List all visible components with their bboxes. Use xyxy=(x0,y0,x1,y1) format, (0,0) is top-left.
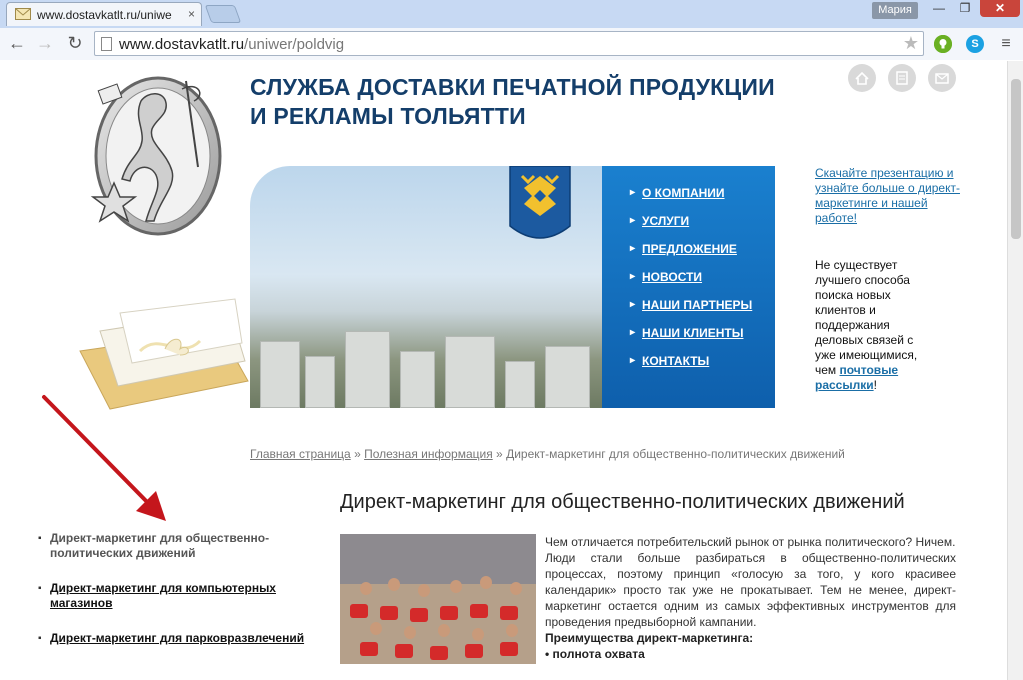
photo-backdrop xyxy=(340,534,536,584)
photo-seat xyxy=(395,644,413,658)
photo-figure xyxy=(480,576,492,589)
building-shape xyxy=(445,336,495,408)
breadcrumb: Главная страница » Полезная информация »… xyxy=(250,447,845,461)
side-menu-item-computer-stores[interactable]: Директ-маркетинг для компьютерных магази… xyxy=(38,581,308,611)
browser-toolbar: ← → ↻ www.dostavkatlt.ru/uniwer/poldvig … xyxy=(0,28,1023,60)
photo-figure xyxy=(418,584,430,597)
red-annotation-arrow xyxy=(42,395,166,521)
lightbulb-icon xyxy=(934,35,952,53)
promo-text-after: ! xyxy=(873,378,877,392)
home-icon[interactable] xyxy=(848,64,876,92)
extension-lightbulb-icon[interactable] xyxy=(934,35,952,53)
photo-seat xyxy=(465,644,483,658)
bookmark-star-icon[interactable]: ★ xyxy=(903,33,919,54)
article-body: Чем отличается потребительский рынок от … xyxy=(545,534,956,662)
nav-item-services[interactable]: УСЛУГИ xyxy=(630,214,689,228)
url-text[interactable]: www.dostavkatlt.ru/uniwer/poldvig xyxy=(119,36,344,53)
photo-figure xyxy=(404,626,416,639)
photo-figure xyxy=(472,628,484,641)
building-shape xyxy=(345,331,390,408)
breadcrumb-section-link[interactable]: Полезная информация xyxy=(364,447,493,461)
photo-figure xyxy=(370,622,382,635)
article-title: Директ-маркетинг для общественно-политич… xyxy=(340,491,905,513)
back-arrow-icon[interactable]: ← xyxy=(6,32,28,54)
photo-figure xyxy=(438,624,450,637)
breadcrumb-separator: » xyxy=(492,447,507,461)
page-viewport: СЛУЖБА ДОСТАВКИ ПЕЧАТНОЙ ПРОДУКЦИИ И РЕК… xyxy=(0,61,1007,680)
photo-seat xyxy=(360,642,378,656)
photo-figure xyxy=(450,580,462,593)
building-shape xyxy=(505,361,535,408)
mail-glyph xyxy=(935,73,949,84)
minimize-icon[interactable]: — xyxy=(926,0,952,17)
reload-icon[interactable]: ↻ xyxy=(64,32,86,54)
photo-figure xyxy=(360,582,372,595)
breadcrumb-home-link[interactable]: Главная страница xyxy=(250,447,351,461)
envelope-favicon-icon xyxy=(15,8,31,20)
article-paragraph-2: Люди стали больше разбираться в обществе… xyxy=(545,551,956,629)
header-banner: О КОМПАНИИ УСЛУГИ ПРЕДЛОЖЕНИЕ НОВОСТИ НА… xyxy=(250,166,775,408)
breadcrumb-current: Директ-маркетинг для общественно-политич… xyxy=(506,447,845,461)
maximize-icon[interactable]: ❐ xyxy=(952,0,978,17)
page-icon xyxy=(101,37,112,51)
url-host: www.dostavkatlt.ru xyxy=(119,36,245,53)
sitemap-glyph xyxy=(896,71,908,85)
page-scrollbar[interactable] xyxy=(1007,61,1023,680)
mercury-logo[interactable] xyxy=(86,71,226,241)
browser-tab[interactable]: www.dostavkatlt.ru/uniwe × xyxy=(6,2,202,26)
sitemap-icon[interactable] xyxy=(888,64,916,92)
tab-close-icon[interactable]: × xyxy=(188,7,195,21)
breadcrumb-separator: » xyxy=(350,447,365,461)
photo-seat xyxy=(500,606,518,620)
building-shape xyxy=(545,346,590,408)
photo-seat xyxy=(350,604,368,618)
article-paragraph-1: Чем отличается потребительский рынок от … xyxy=(545,535,956,549)
city-coat-of-arms-emblem xyxy=(509,166,571,239)
building-shape xyxy=(305,356,335,408)
nav-item-news[interactable]: НОВОСТИ xyxy=(630,270,702,284)
photo-figure xyxy=(388,578,400,591)
close-window-icon[interactable]: ✕ xyxy=(980,0,1020,17)
home-glyph xyxy=(855,71,869,85)
scrollbar-thumb[interactable] xyxy=(1011,79,1021,239)
advantages-heading: Преимущества директ-маркетинга: xyxy=(545,631,754,645)
photo-seat xyxy=(410,608,428,622)
nav-item-clients[interactable]: НАШИ КЛИЕНТЫ xyxy=(630,326,744,340)
nav-item-contacts[interactable]: КОНТАКТЫ xyxy=(630,354,709,368)
new-tab-button[interactable] xyxy=(204,5,242,23)
side-menu-item-political[interactable]: Директ-маркетинг для общественно-политич… xyxy=(38,531,308,561)
address-bar[interactable]: www.dostavkatlt.ru/uniwer/poldvig ★ xyxy=(94,31,924,56)
nav-item-offer[interactable]: ПРЕДЛОЖЕНИЕ xyxy=(630,242,737,256)
photo-figure xyxy=(506,624,518,637)
nav-item-about[interactable]: О КОМПАНИИ xyxy=(630,186,724,200)
photo-seat xyxy=(500,642,518,656)
main-navigation: О КОМПАНИИ УСЛУГИ ПРЕДЛОЖЕНИЕ НОВОСТИ НА… xyxy=(602,166,775,408)
site-title-line2: И РЕКЛАМЫ ТОЛЬЯТТИ xyxy=(250,103,526,129)
mail-icon[interactable] xyxy=(928,64,956,92)
photo-seat xyxy=(430,646,448,660)
download-presentation-link[interactable]: Скачайте презентацию и узнайте больше о … xyxy=(815,166,965,226)
promo-text-before: Не существует лучшего способа поиска нов… xyxy=(815,258,918,377)
side-menu-item-amusement-parks[interactable]: Директ-маркетинг для парковразвлечений xyxy=(38,631,308,646)
profile-button[interactable]: Мария xyxy=(872,2,918,19)
browser-menu-icon[interactable]: ≡ xyxy=(996,34,1016,54)
photo-figure xyxy=(510,582,522,595)
building-shape xyxy=(260,341,300,408)
photo-seat xyxy=(470,604,488,618)
promo-text: Не существует лучшего способа поиска нов… xyxy=(815,258,933,393)
building-shape xyxy=(400,351,435,408)
photo-seat xyxy=(380,606,398,620)
url-path: /uniwer/poldvig xyxy=(244,36,345,53)
photo-seat xyxy=(440,606,458,620)
forward-arrow-icon[interactable]: → xyxy=(34,32,56,54)
skype-icon[interactable]: S xyxy=(966,35,984,53)
browser-chrome: www.dostavkatlt.ru/uniwe × Мария — ❐ ✕ ←… xyxy=(0,0,1023,60)
site-title: СЛУЖБА ДОСТАВКИ ПЕЧАТНОЙ ПРОДУКЦИИ И РЕК… xyxy=(250,73,775,131)
site-title-line1: СЛУЖБА ДОСТАВКИ ПЕЧАТНОЙ ПРОДУКЦИИ xyxy=(250,74,775,100)
conference-audience-photo xyxy=(340,534,536,664)
nav-item-partners[interactable]: НАШИ ПАРТНЕРЫ xyxy=(630,298,752,312)
advantage-item: • полнота охвата xyxy=(545,647,645,661)
tab-title: www.dostavkatlt.ru/uniwe xyxy=(37,8,172,22)
